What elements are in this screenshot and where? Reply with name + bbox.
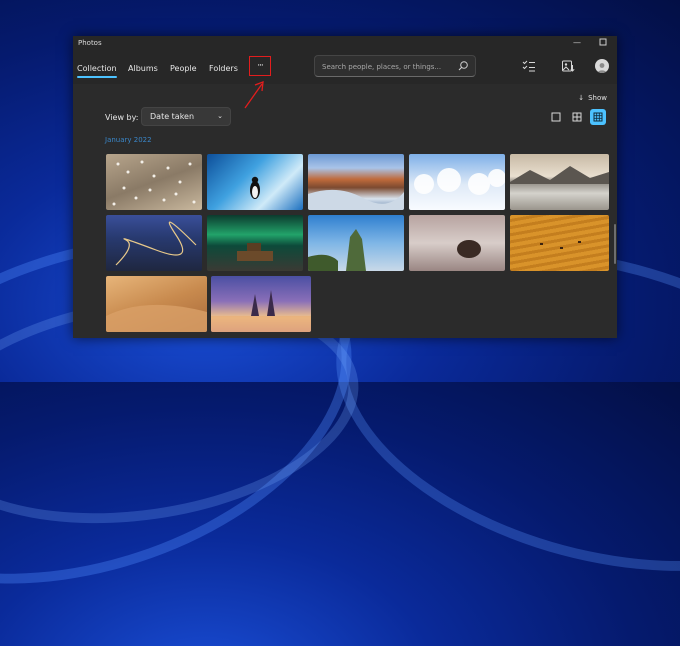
photo-city-night-cathedral[interactable] <box>211 276 311 332</box>
title-bar: Photos — <box>73 36 617 52</box>
show-label: Show <box>588 94 607 102</box>
main-content: ↓ Show View by: Date taken ⌄ January 202… <box>73 84 617 338</box>
import-icon[interactable] <box>561 59 575 73</box>
photos-window: Photos — Collection Albums People Folder… <box>73 36 617 338</box>
more-options-label: ··· <box>257 61 264 71</box>
app-title: Photos <box>78 39 102 47</box>
search-icon[interactable] <box>457 60 469 72</box>
chevron-down-icon: ⌄ <box>217 112 223 120</box>
tab-folders[interactable]: Folders <box>209 64 238 73</box>
single-layout-icon <box>551 112 561 122</box>
view-by-dropdown[interactable]: Date taken ⌄ <box>141 107 231 126</box>
grid-layout-button[interactable] <box>569 109 585 125</box>
photo-ice-cave-penguin[interactable] <box>207 154 303 210</box>
tiles-layout-button[interactable] <box>590 109 606 125</box>
tab-people[interactable]: People <box>170 64 197 73</box>
view-by-label: View by: <box>105 113 139 122</box>
single-layout-button[interactable] <box>548 109 564 125</box>
scrollbar[interactable] <box>614 224 616 264</box>
minimize-icon[interactable]: — <box>573 38 581 47</box>
search-box[interactable] <box>314 55 476 77</box>
more-options-button[interactable]: ··· <box>249 56 271 76</box>
avatar[interactable] <box>595 59 609 73</box>
maximize-icon[interactable] <box>599 38 607 48</box>
photo-snowy-forest[interactable] <box>409 154 505 210</box>
photo-aurora-ship[interactable] <box>207 215 303 271</box>
user-icon <box>597 63 607 73</box>
sort-arrow-icon: ↓ <box>578 94 585 102</box>
group-title: January 2022 <box>105 136 152 144</box>
photo-winding-road-mountains[interactable] <box>106 215 202 271</box>
photo-orange-field-deer[interactable] <box>510 215 609 271</box>
select-icon[interactable] <box>522 59 536 73</box>
tab-albums[interactable]: Albums <box>128 64 158 73</box>
tiles-layout-icon <box>593 112 603 122</box>
callout-arrow-icon <box>244 81 264 109</box>
photo-porcupine-snow[interactable] <box>409 215 505 271</box>
photo-mountain-lake-reflection[interactable] <box>510 154 609 210</box>
tab-collection[interactable]: Collection <box>77 64 117 78</box>
photo-glacier-canyon[interactable] <box>308 154 404 210</box>
show-button[interactable]: ↓ Show <box>578 94 607 102</box>
photo-desert-dunes[interactable] <box>106 276 207 332</box>
photo-birds-flock[interactable] <box>106 154 202 210</box>
search-input[interactable] <box>320 59 459 75</box>
grid-layout-icon <box>572 112 582 122</box>
photo-rock-pillar-fog[interactable] <box>308 215 404 271</box>
view-by-value: Date taken <box>150 112 195 121</box>
